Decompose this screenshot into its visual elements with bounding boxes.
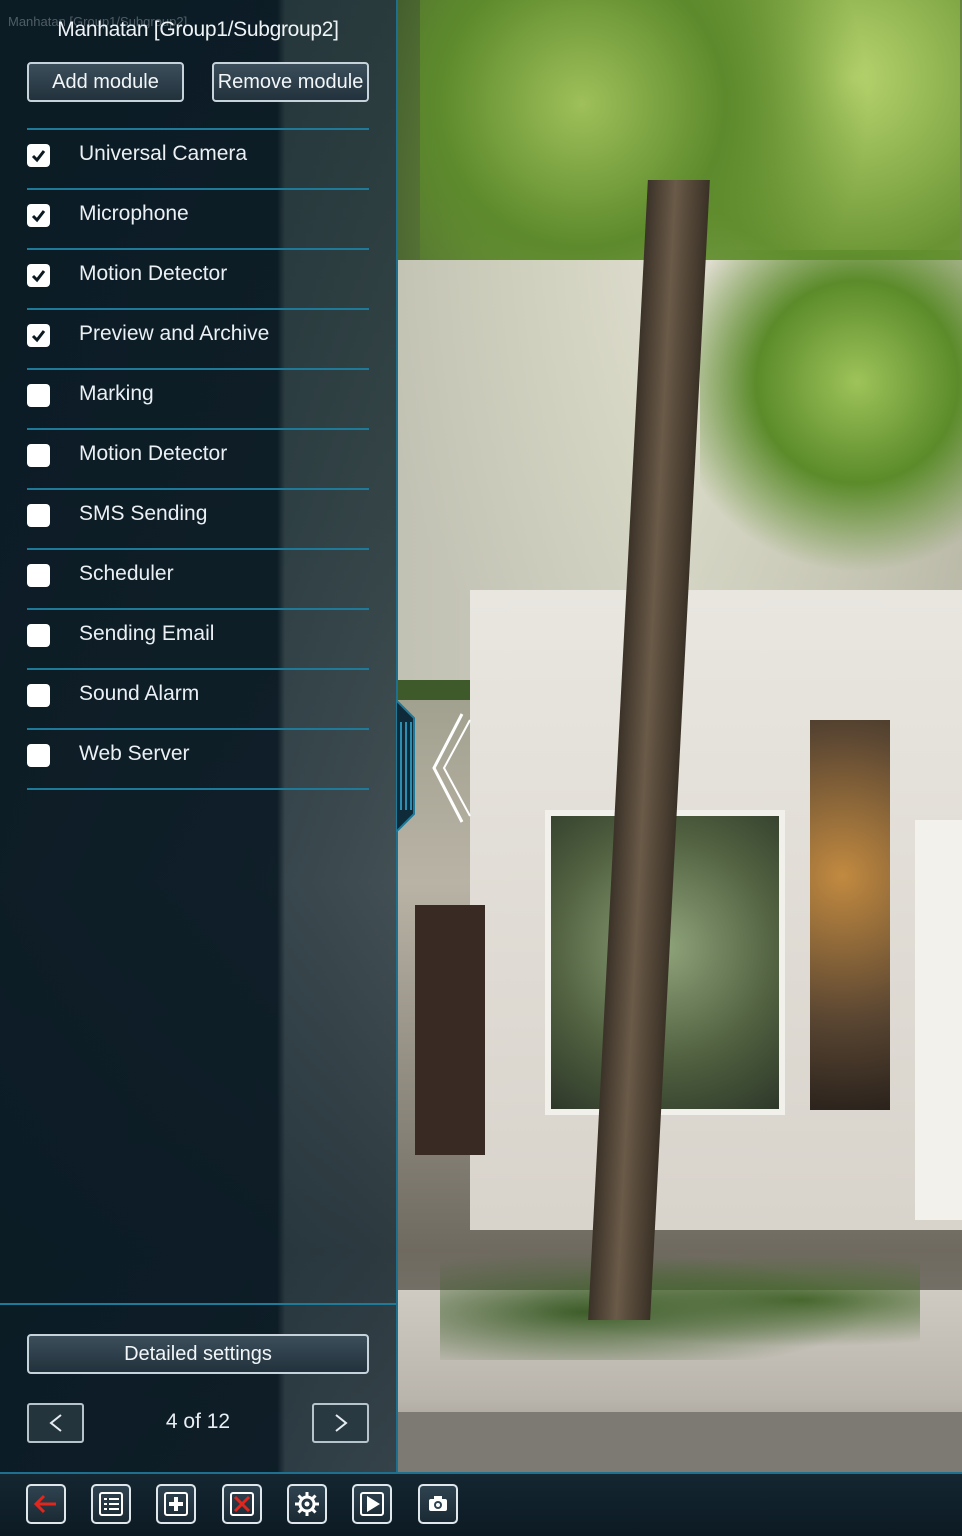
module-row[interactable]: Web Server [27,728,369,790]
divider [0,1303,396,1305]
module-row[interactable]: Sending Email [27,608,369,668]
curb [398,1412,962,1472]
gear-icon [295,1492,319,1516]
module-checkbox[interactable] [27,564,50,587]
leaves [700,250,962,580]
panel-handle[interactable] [396,700,418,832]
door [915,820,962,1220]
module-label: Preview and Archive [79,322,270,345]
module-label: Microphone [79,202,189,225]
module-label: Universal Camera [79,142,248,165]
module-label: Motion Detector [79,442,228,465]
module-row[interactable]: Universal Camera [27,128,369,188]
snapshot-button[interactable] [418,1484,458,1524]
module-checkbox[interactable] [27,384,50,407]
delete-x-icon [230,1492,254,1516]
module-checkbox[interactable] [27,264,50,287]
module-row[interactable]: Microphone [27,188,369,248]
module-checkbox[interactable] [27,144,50,167]
plus-icon [164,1492,188,1516]
module-checkbox[interactable] [27,324,50,347]
checkmark-icon [31,150,46,163]
module-checkbox[interactable] [27,624,50,647]
collapse-panel-icon[interactable] [428,712,472,824]
detailed-settings-button[interactable]: Detailed settings [27,1334,369,1374]
door [415,905,485,1155]
module-checkbox[interactable] [27,444,50,467]
module-label: SMS Sending [79,502,208,525]
page-indicator: 4 of 12 [165,1410,231,1433]
back-button[interactable] [26,1484,66,1524]
module-row[interactable]: Marking [27,368,369,428]
module-row[interactable]: Motion Detector [27,428,369,488]
plants [440,1240,920,1360]
add-button[interactable] [156,1484,196,1524]
list-icon [99,1492,123,1516]
module-label: Marking [79,382,154,405]
module-panel: Manhatan [Group1/Subgroup2] Manhatan [Gr… [0,0,398,1472]
module-label: Motion Detector [79,262,228,285]
bottom-toolbar [0,1472,962,1536]
module-label: Sound Alarm [79,682,200,705]
checkmark-icon [31,270,46,283]
previous-page-button[interactable] [27,1403,84,1443]
panel-title: Manhatan [Group1/Subgroup2] [57,18,339,41]
checkmark-icon [31,210,46,223]
module-row[interactable]: Scheduler [27,548,369,608]
checkmark-icon [31,330,46,343]
delete-button[interactable] [222,1484,262,1524]
module-checkbox[interactable] [27,204,50,227]
module-checkbox[interactable] [27,504,50,527]
module-label: Web Server [79,742,190,765]
module-list: Universal Camera Microphone Motion Detecto… [27,128,369,790]
add-module-button[interactable]: Add module [27,62,184,102]
camera-icon [429,1496,447,1511]
module-row[interactable]: SMS Sending [27,488,369,548]
play-icon [360,1492,384,1516]
module-row[interactable]: Motion Detector [27,248,369,308]
module-checkbox[interactable] [27,684,50,707]
play-button[interactable] [352,1484,392,1524]
next-page-button[interactable] [312,1403,369,1443]
module-checkbox[interactable] [27,744,50,767]
module-row[interactable]: Preview and Archive [27,308,369,368]
back-arrow-icon [33,1494,56,1514]
remove-module-button[interactable]: Remove module [212,62,369,102]
list-button[interactable] [91,1484,131,1524]
shop-window [810,720,890,1110]
chevron-left-icon [49,1414,62,1432]
module-label: Sending Email [79,622,215,645]
module-row[interactable]: Sound Alarm [27,668,369,728]
chevron-right-icon [335,1414,348,1432]
module-label: Scheduler [79,562,174,585]
settings-button[interactable] [287,1484,327,1524]
